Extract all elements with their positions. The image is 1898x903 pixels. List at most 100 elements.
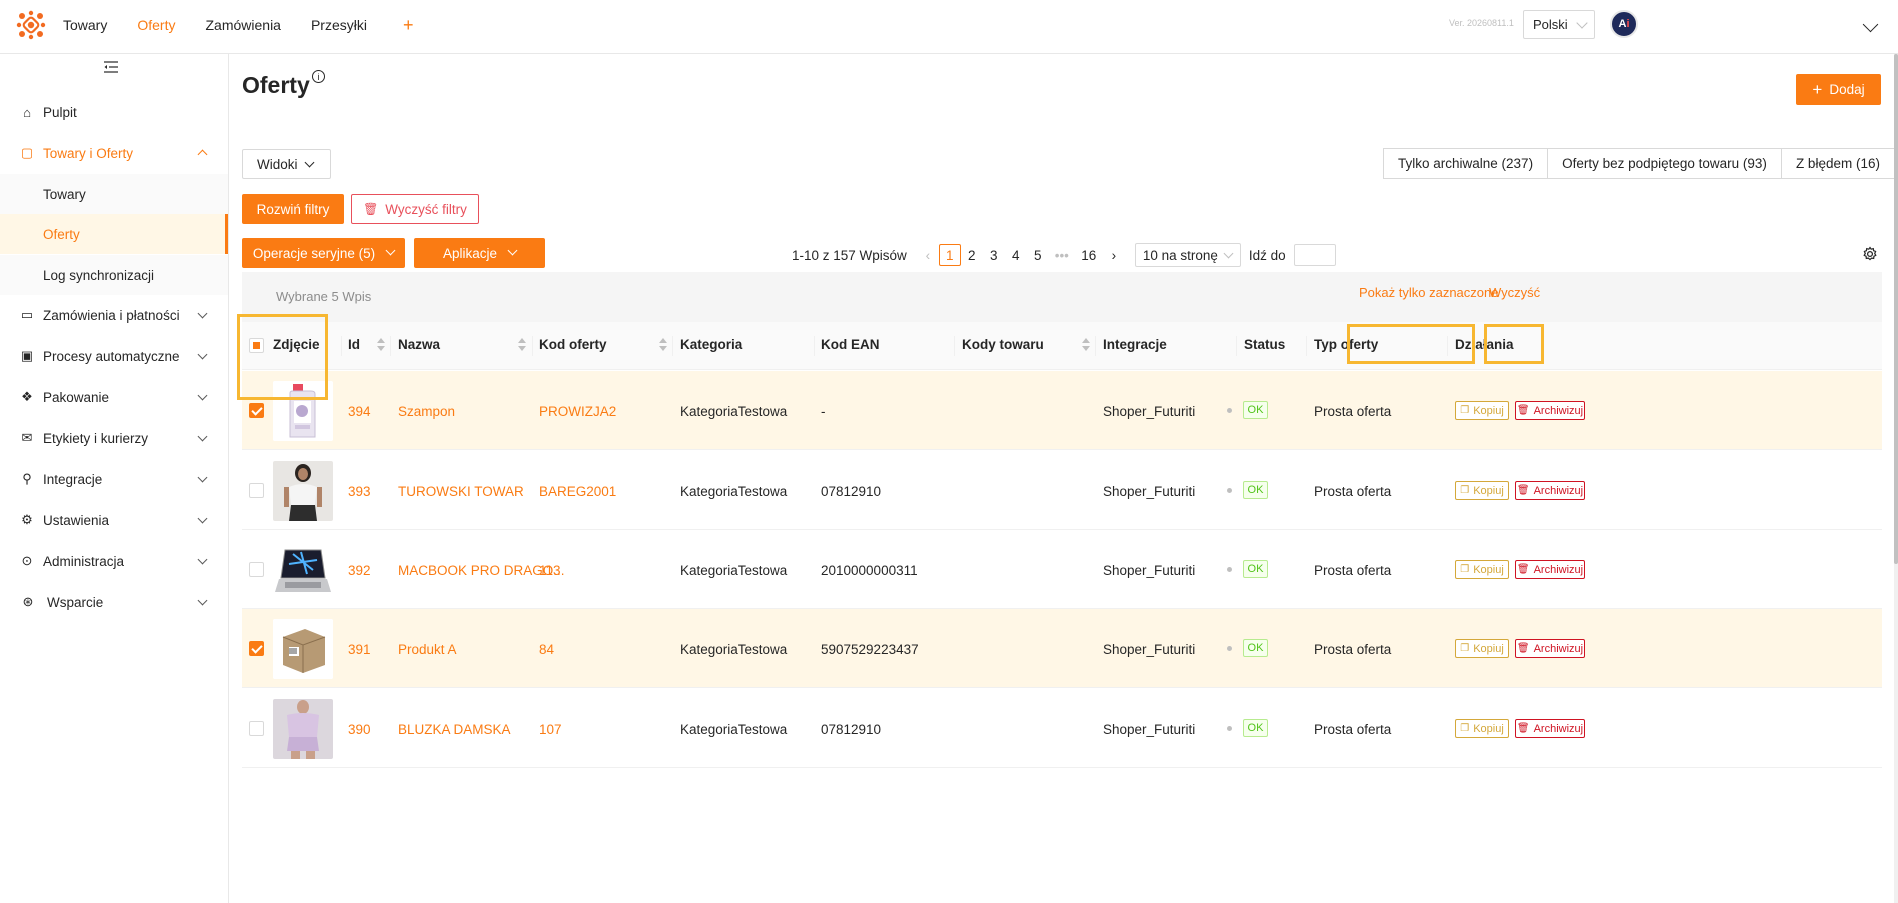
next-page-icon[interactable]: › xyxy=(1103,244,1125,266)
col-nazwa[interactable]: Nazwa xyxy=(398,337,440,352)
cell-name[interactable]: TUROWSKI TOWAR xyxy=(398,484,524,499)
page-5[interactable]: 5 xyxy=(1027,244,1049,266)
copy-button[interactable]: ❐ Kopiuj xyxy=(1455,560,1509,579)
scrollbar[interactable] xyxy=(1894,54,1898,903)
table-row[interactable]: 390 BLUZKA DAMSKA 107 KategoriaTestowa 0… xyxy=(242,689,1882,768)
sidebar-sub-log-synchronizacji[interactable]: Log synchronizacji xyxy=(0,255,228,295)
sidebar-item-ustawienia[interactable]: ⚙ Ustawienia xyxy=(0,500,228,540)
cell-name[interactable]: BLUZKA DAMSKA xyxy=(398,722,511,737)
sidebar-sub-towary[interactable]: Towary xyxy=(0,174,228,214)
avatar[interactable]: Ai xyxy=(1610,10,1638,38)
page-4[interactable]: 4 xyxy=(1005,244,1027,266)
row-checkbox[interactable] xyxy=(249,641,264,656)
bulk-operations-button[interactable]: Operacje seryjne (5) xyxy=(242,238,405,268)
chevron-down-icon xyxy=(197,472,208,483)
sidebar-sub-oferty[interactable]: Oferty xyxy=(0,214,228,254)
add-tab-icon[interactable]: + xyxy=(403,15,414,36)
cell-id[interactable]: 392 xyxy=(348,563,371,578)
filter-unlinked[interactable]: Oferty bez podpiętego towaru (93) xyxy=(1547,148,1782,179)
menu-collapse-icon[interactable] xyxy=(104,61,118,73)
sort-icon[interactable] xyxy=(518,336,526,354)
prev-page-icon[interactable]: ‹ xyxy=(917,244,939,266)
archive-button[interactable]: 🗑 Archiwizuj xyxy=(1515,639,1585,658)
table-row[interactable]: 394 Szampon PROWIZJA2 KategoriaTestowa -… xyxy=(242,371,1882,450)
table-row[interactable]: 392 MACBOOK PRO DRAGO... 113 KategoriaTe… xyxy=(242,530,1882,609)
sidebar-item-administracja[interactable]: ⊙ Administracja xyxy=(0,541,228,581)
page-2[interactable]: 2 xyxy=(961,244,983,266)
nav-towary[interactable]: Towary xyxy=(63,17,107,33)
nav-oferty[interactable]: Oferty xyxy=(137,17,175,33)
sidebar-item-towary-i-oferty[interactable]: ▢ Towary i Oferty xyxy=(0,133,228,173)
nav-zamowienia[interactable]: Zamówienia xyxy=(205,17,280,33)
chevron-down-icon xyxy=(1223,248,1234,259)
row-checkbox[interactable] xyxy=(249,483,264,498)
copy-button[interactable]: ❐ Kopiuj xyxy=(1455,401,1509,420)
clear-filters-button[interactable]: 🗑 Wyczyść filtry xyxy=(351,194,479,224)
nav-przesylki[interactable]: Przesyłki xyxy=(311,17,367,33)
sidebar-item-wsparcie[interactable]: ⊛ Wsparcie xyxy=(0,582,228,622)
page-16[interactable]: 16 xyxy=(1075,244,1103,266)
archive-button[interactable]: 🗑 Archiwizuj xyxy=(1515,401,1585,420)
sidebar-item-pakowanie[interactable]: ❖ Pakowanie xyxy=(0,377,228,417)
cell-id[interactable]: 391 xyxy=(348,642,371,657)
copy-button[interactable]: ❐ Kopiuj xyxy=(1455,481,1509,500)
cell-offer-code[interactable]: 107 xyxy=(539,722,562,737)
product-image[interactable] xyxy=(273,699,333,759)
sidebar-item-integracje[interactable]: ⚲ Integracje xyxy=(0,459,228,499)
gear-icon[interactable] xyxy=(1862,246,1878,262)
expand-filters-button[interactable]: Rozwiń filtry xyxy=(242,194,344,224)
table-row[interactable]: 391 Produkt A 84 KategoriaTestowa 590752… xyxy=(242,609,1882,688)
language-select[interactable]: Polski xyxy=(1523,10,1595,39)
copy-button[interactable]: ❐ Kopiuj xyxy=(1455,639,1509,658)
cell-offer-code[interactable]: 113 xyxy=(539,563,561,578)
product-image[interactable] xyxy=(273,619,333,679)
cell-name[interactable]: Produkt A xyxy=(398,642,457,657)
copy-button[interactable]: ❐ Kopiuj xyxy=(1455,719,1509,738)
sidebar-item-pulpit[interactable]: ⌂ Pulpit xyxy=(0,92,228,132)
chevron-down-icon[interactable] xyxy=(1862,16,1879,33)
cell-name[interactable]: Szampon xyxy=(398,404,455,419)
row-checkbox[interactable] xyxy=(249,562,264,577)
clear-filters-label: Wyczyść filtry xyxy=(385,201,467,217)
col-kod-oferty[interactable]: Kod oferty xyxy=(539,337,607,352)
archive-button[interactable]: 🗑 Archiwizuj xyxy=(1515,719,1585,738)
archive-button[interactable]: 🗑 Archiwizuj xyxy=(1515,560,1585,579)
page-size-select[interactable]: 10 na stronę xyxy=(1134,243,1241,267)
sidebar-item-zamowienia[interactable]: ▭ Zamówienia i płatności xyxy=(0,295,228,335)
page-3[interactable]: 3 xyxy=(983,244,1005,266)
views-dropdown[interactable]: Widoki xyxy=(242,149,331,179)
cell-id[interactable]: 393 xyxy=(348,484,371,499)
sidebar-item-etykiety[interactable]: ✉ Etykiety i kurierzy xyxy=(0,418,228,458)
app-logo-icon[interactable] xyxy=(14,8,48,42)
cell-id[interactable]: 390 xyxy=(348,722,371,737)
product-image[interactable] xyxy=(273,461,333,521)
col-kody-towaru[interactable]: Kody towaru xyxy=(962,337,1044,352)
goto-input[interactable] xyxy=(1293,244,1336,266)
sort-icon[interactable] xyxy=(659,336,667,354)
cell-id[interactable]: 394 xyxy=(348,404,371,419)
clear-selection-link[interactable]: Wyczyść xyxy=(1489,285,1540,300)
apps-button[interactable]: Aplikacje xyxy=(414,238,545,268)
table-row[interactable]: 393 TUROWSKI TOWAR BAREG2001 KategoriaTe… xyxy=(242,451,1882,530)
cell-offer-code[interactable]: PROWIZJA2 xyxy=(539,404,616,419)
info-icon[interactable]: i xyxy=(312,70,325,83)
add-button[interactable]: + Dodaj xyxy=(1796,74,1881,105)
show-selected-link[interactable]: Pokaż tylko zaznaczone xyxy=(1359,285,1498,300)
row-checkbox[interactable] xyxy=(249,721,264,736)
integration-status-dot xyxy=(1227,726,1232,731)
filter-errors[interactable]: Z błędem (16) xyxy=(1780,148,1895,179)
product-image[interactable] xyxy=(273,540,333,600)
sort-icon[interactable] xyxy=(377,336,385,354)
col-id[interactable]: Id xyxy=(348,337,360,352)
scrollbar-thumb[interactable] xyxy=(1894,54,1898,564)
page-1[interactable]: 1 xyxy=(938,244,961,266)
archive-button[interactable]: 🗑 Archiwizuj xyxy=(1515,481,1585,500)
row-checkbox[interactable] xyxy=(249,403,264,418)
status-badge: OK xyxy=(1243,639,1268,657)
filter-archived[interactable]: Tylko archiwalne (237) xyxy=(1383,148,1549,179)
cell-offer-code[interactable]: 84 xyxy=(539,642,554,657)
sidebar-item-procesy[interactable]: ▣ Procesy automatyczne xyxy=(0,336,228,376)
page-ellipsis[interactable]: ••• xyxy=(1049,244,1075,266)
cell-offer-code[interactable]: BAREG2001 xyxy=(539,484,616,499)
sort-icon[interactable] xyxy=(1082,336,1090,354)
